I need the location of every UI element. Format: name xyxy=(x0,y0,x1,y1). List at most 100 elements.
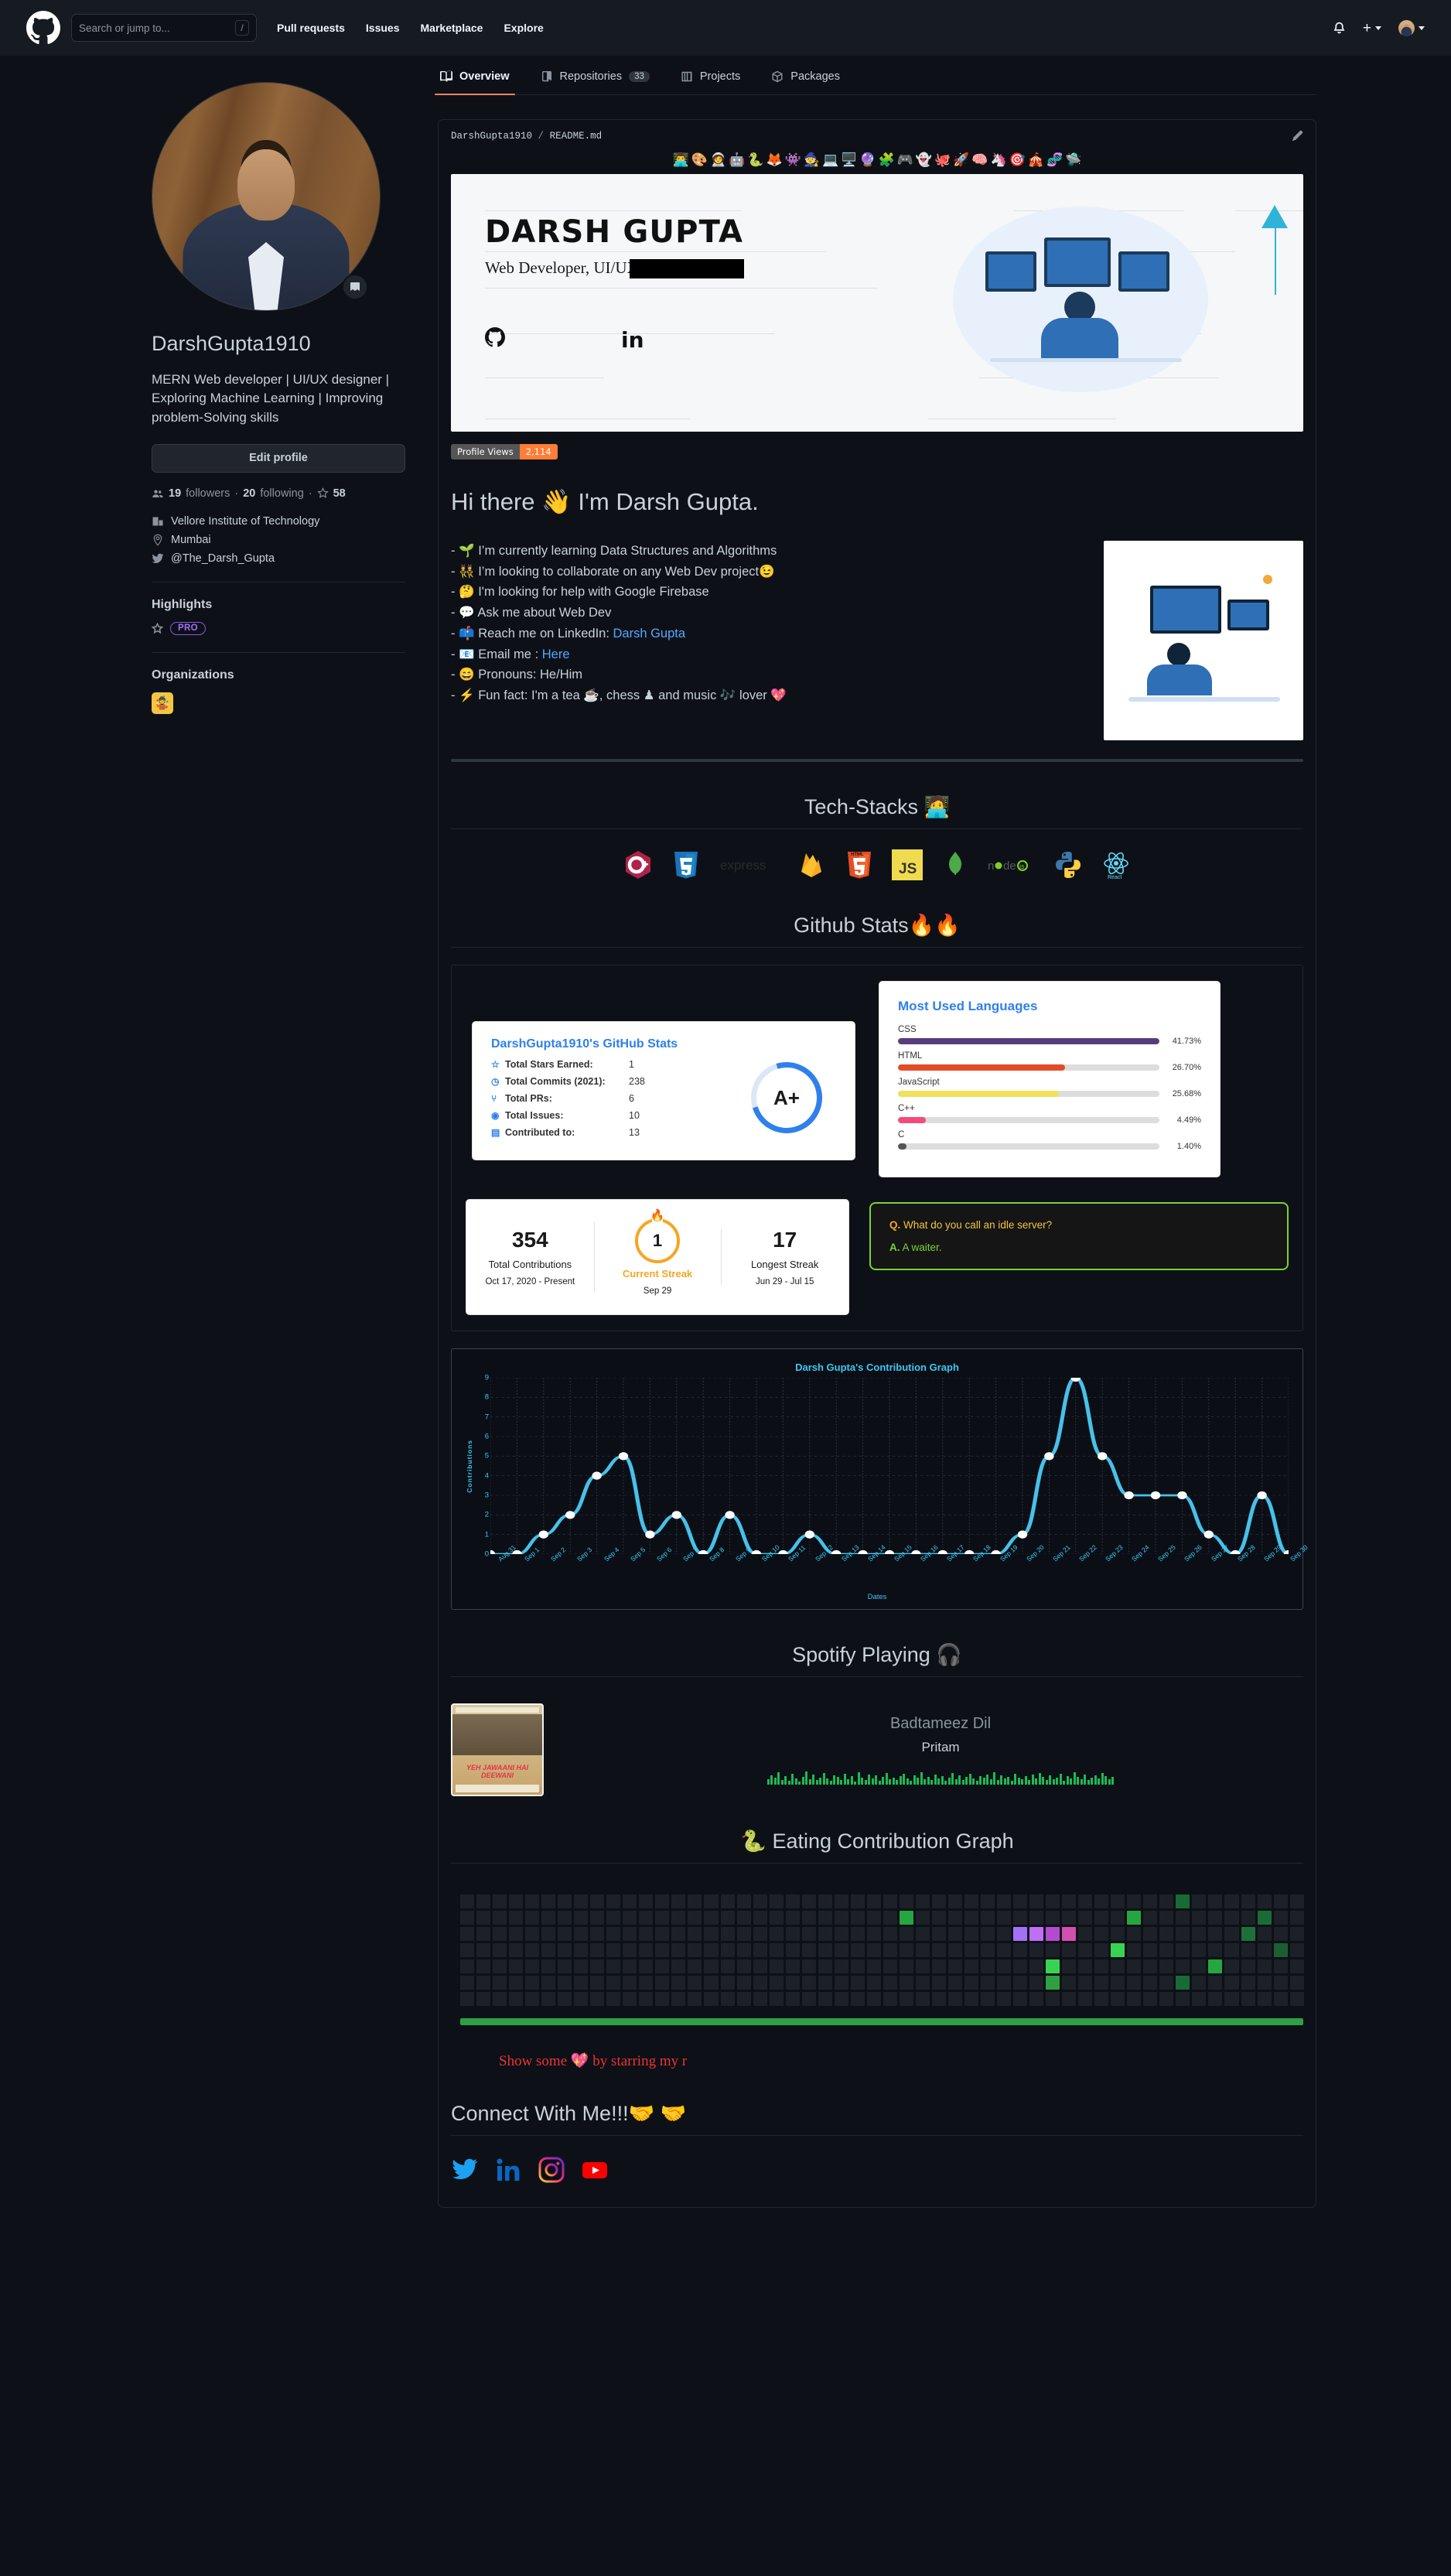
nav-marketplace[interactable]: Marketplace xyxy=(421,22,483,34)
repo-icon xyxy=(541,71,551,82)
equalizer-bar xyxy=(1038,1773,1041,1785)
contribution-cell xyxy=(1111,1976,1125,1990)
nav-pull-requests[interactable]: Pull requests xyxy=(277,22,345,34)
contribution-cell xyxy=(1159,1927,1174,1942)
organization-avatar[interactable]: 🤹 xyxy=(152,692,173,714)
create-new-button[interactable]: + xyxy=(1363,21,1381,36)
nav-issues[interactable]: Issues xyxy=(366,22,400,34)
contribution-cell xyxy=(1289,1927,1304,1942)
banner-illustration xyxy=(945,174,1303,432)
github-stats-row-value: 10 xyxy=(629,1110,640,1121)
contribution-cell xyxy=(981,1894,995,1909)
contribution-cell xyxy=(525,1911,540,1925)
contribution-cell xyxy=(1062,1976,1077,1990)
contribution-cell xyxy=(558,1911,572,1925)
meta-twitter[interactable]: @The_Darsh_Gupta xyxy=(152,552,405,565)
nav-explore[interactable]: Explore xyxy=(504,22,543,34)
equalizer-bar xyxy=(871,1778,874,1785)
stars-count[interactable]: 58 xyxy=(333,487,346,500)
bullet-link[interactable]: Here xyxy=(542,647,570,661)
meta-company: Vellore Institute of Technology xyxy=(152,515,405,528)
contribution-cell xyxy=(769,1943,784,1958)
contribution-cell xyxy=(671,1943,686,1958)
person-head xyxy=(1167,643,1190,666)
contribution-cell xyxy=(574,1927,589,1942)
tab-packages[interactable]: Packages xyxy=(769,56,842,94)
contribution-cell xyxy=(997,1976,1012,1990)
tab-label: Overview xyxy=(459,70,510,83)
readme-filename[interactable]: README.md xyxy=(550,131,603,142)
contribution-cell xyxy=(558,1894,572,1909)
tab-overview[interactable]: Overview xyxy=(435,56,514,95)
equalizer-bar xyxy=(899,1776,902,1785)
contribution-cell xyxy=(590,1943,605,1958)
search-input[interactable] xyxy=(79,22,235,34)
contribution-cell xyxy=(834,1943,848,1958)
language-bar-fill xyxy=(898,1117,927,1123)
profile-username: DarshGupta1910 xyxy=(152,332,311,355)
equalizer-bar xyxy=(989,1779,992,1785)
contribution-cell xyxy=(899,1976,913,1990)
language-bar-row: 41.73% xyxy=(898,1037,1201,1046)
contribution-cell xyxy=(623,1943,637,1958)
mongodb-icon xyxy=(940,849,971,880)
equalizer-bar xyxy=(1066,1776,1069,1785)
contribution-cell xyxy=(931,1927,946,1942)
followers-count[interactable]: 19 xyxy=(169,487,181,500)
profile-avatar-wrapper[interactable] xyxy=(152,82,381,311)
following-count[interactable]: 20 xyxy=(243,487,255,500)
contribution-cell xyxy=(704,1976,719,1990)
twitter-handle[interactable]: @The_Darsh_Gupta xyxy=(171,552,275,565)
tab-projects[interactable]: Projects xyxy=(678,56,743,94)
bullet-dash: - ⚡ xyxy=(451,688,479,703)
equalizer-bar xyxy=(801,1777,804,1785)
language-item: JavaScript 25.68% xyxy=(898,1078,1201,1098)
equalizer-bar xyxy=(857,1772,860,1785)
edit-profile-button[interactable]: Edit profile xyxy=(152,443,405,473)
tab-repositories[interactable]: Repositories 33 xyxy=(538,56,652,94)
linkedin-icon[interactable] xyxy=(494,2156,522,2184)
twitter-icon[interactable] xyxy=(451,2156,479,2184)
equalizer-bar xyxy=(833,1775,836,1785)
equalizer-bar xyxy=(975,1781,978,1785)
youtube-icon[interactable] xyxy=(581,2156,609,2184)
contribution-cell xyxy=(460,1943,475,1958)
readme-owner[interactable]: DarshGupta1910 xyxy=(451,131,532,142)
account-menu[interactable] xyxy=(1398,19,1425,36)
spotify-now-playing[interactable]: YEH JAWAANI HAI DEEWANI Badtameez Dil Pr… xyxy=(451,1703,1303,1796)
contribution-cell xyxy=(899,1992,913,2007)
contribution-cell xyxy=(850,1976,865,1990)
contribution-cell xyxy=(1289,1992,1304,2007)
html5-icon: HTML xyxy=(844,849,875,880)
cplusplus-icon xyxy=(623,849,654,880)
linkedin-icon[interactable]: in xyxy=(621,327,644,353)
followers-label[interactable]: followers xyxy=(186,487,230,500)
contribution-cell xyxy=(541,1927,556,1942)
github-icon[interactable] xyxy=(485,327,505,353)
search-box[interactable]: / xyxy=(71,14,257,42)
github-logo-icon[interactable] xyxy=(26,11,60,45)
equalizer-bar xyxy=(836,1777,839,1785)
status-emoji-button[interactable] xyxy=(342,274,368,300)
equalizer-bar xyxy=(885,1773,888,1785)
svg-text:de: de xyxy=(1003,859,1016,873)
bullet-text: Reach me on LinkedIn: xyxy=(478,626,613,641)
contribution-cell xyxy=(1241,1894,1255,1909)
contribution-cell xyxy=(476,1894,491,1909)
equalizer-bar xyxy=(889,1779,892,1785)
contribution-cell xyxy=(509,1992,524,2007)
equalizer-bar xyxy=(843,1774,846,1785)
contribution-cell xyxy=(1176,1959,1190,1974)
contribution-cell xyxy=(769,1976,784,1990)
follow-stats: 19 followers · 20 following · 58 xyxy=(152,487,405,500)
location-name: Mumbai xyxy=(171,533,211,546)
pencil-icon[interactable] xyxy=(1292,130,1303,142)
instagram-icon[interactable] xyxy=(538,2156,565,2184)
following-label[interactable]: following xyxy=(260,487,303,500)
bell-icon[interactable] xyxy=(1333,22,1346,35)
contribution-cell xyxy=(704,1911,719,1925)
github-stats-row-value: 1 xyxy=(629,1059,634,1070)
contribution-cell xyxy=(915,1894,930,1909)
contribution-cell xyxy=(785,1943,800,1958)
bullet-link[interactable]: Darsh Gupta xyxy=(613,627,686,641)
